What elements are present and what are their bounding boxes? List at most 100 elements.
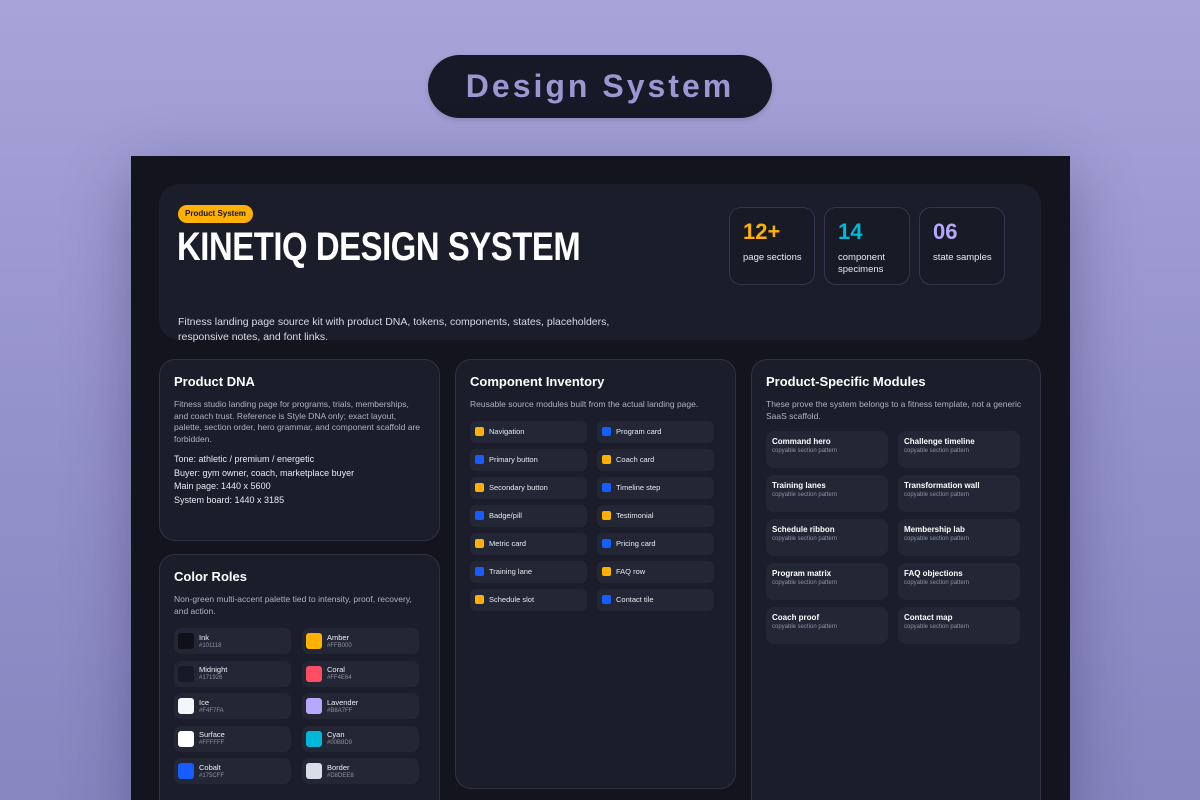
hero-description: Fitness landing page source kit with pro… [178, 316, 610, 343]
component-dot [475, 427, 484, 436]
stat-value: 06 [933, 219, 958, 244]
color-chip [178, 665, 194, 682]
swatch-name: Lavender [327, 697, 359, 707]
component-label: Training lane [489, 567, 533, 576]
color-chip [178, 698, 194, 714]
module-card: Coach proof copyable section pattern [766, 607, 888, 644]
component-label: Contact tile [616, 595, 654, 604]
swatch-cyan: Cyan #00B8D9 [302, 725, 419, 752]
component-label: Badge/pill [489, 511, 522, 520]
product-dna-facts: Tone: athletic / premium / energetic Buy… [174, 453, 425, 507]
component-label: Coach card [616, 455, 655, 464]
component-item: Navigation [470, 420, 587, 443]
module-title: Schedule ribbon [772, 525, 835, 534]
swatch-text: Surface #FFFFFF [199, 730, 225, 747]
module-subtitle: copyable section pattern [904, 492, 970, 498]
color-chip [306, 633, 322, 649]
swatch-name: Ice [199, 697, 210, 707]
component-dot [602, 567, 611, 576]
module-title: Command hero [772, 437, 831, 446]
module-title: FAQ objections [904, 569, 963, 578]
component-dot [602, 455, 611, 464]
module-card: Contact map copyable section pattern [898, 607, 1020, 644]
swatch-text: Cobalt #175CFF [199, 763, 224, 780]
swatch-ice: Ice #F4F7FA [174, 693, 291, 719]
product-modules-panel: Product-Specific Modules These prove the… [751, 359, 1041, 800]
product-dna-description: Fitness studio landing page for programs… [174, 399, 421, 444]
component-item: Schedule slot [470, 588, 587, 611]
swatch-surface: Surface #FFFFFF [174, 725, 291, 752]
component-label: Program card [616, 427, 662, 436]
module-card: Program matrix copyable section pattern [766, 563, 888, 600]
component-dot [602, 539, 611, 548]
module-subtitle: copyable section pattern [904, 448, 970, 454]
swatch-hex: #FFFFFF [199, 740, 225, 746]
swatch-grid: Ink #101118 Amber #FFB000 Midnight #171926 Cor… [174, 628, 425, 784]
module-card: Command hero copyable section pattern [766, 431, 888, 468]
stat-label: state samples [933, 252, 992, 263]
product-modules-heading: Product-Specific Modules [766, 374, 926, 389]
page-title: Design System [465, 68, 735, 104]
swatch-name: Ink [199, 632, 210, 642]
color-roles-heading: Color Roles [174, 569, 247, 584]
component-dot [602, 511, 611, 520]
swatch-name: Coral [327, 665, 345, 674]
component-dot [475, 539, 484, 548]
page-title-pill: Design System [428, 55, 772, 118]
design-board: Product System KINETIQ DESIGN SYSTEM Fit… [131, 156, 1070, 800]
module-subtitle: copyable section pattern [772, 448, 838, 454]
swatch-name: Cyan [327, 730, 345, 739]
product-system-badge: Product System [178, 205, 253, 223]
component-item: Training lane [470, 560, 587, 583]
stat-label: component specimens [838, 252, 886, 275]
fact-system-board: System board: 1440 x 3185 [174, 494, 285, 505]
component-label: Primary button [489, 455, 538, 464]
component-inventory-panel: Component Inventory Reusable source modu… [455, 359, 736, 789]
swatch-midnight: Midnight #171926 [174, 660, 291, 687]
product-dna-heading: Product DNA [174, 374, 255, 389]
component-label: Secondary button [489, 483, 548, 492]
swatch-hex: #FF4E64 [327, 675, 352, 681]
component-label: Testimonial [616, 511, 654, 520]
component-item: Primary button [470, 448, 587, 471]
swatch-text: Midnight #171926 [199, 665, 227, 682]
module-subtitle: copyable section pattern [772, 624, 838, 630]
swatch-text: Cyan #00B8D9 [327, 730, 352, 747]
product-dna-panel: Product DNA Fitness studio landing page … [159, 359, 440, 541]
stat-value: 12+ [743, 219, 781, 244]
component-item: Badge/pill [470, 504, 587, 527]
swatch-name: Amber [327, 632, 350, 642]
module-card: Schedule ribbon copyable section pattern [766, 519, 888, 556]
swatch-name: Cobalt [199, 762, 221, 772]
component-item: Contact tile [597, 588, 714, 611]
hero-card: Product System KINETIQ DESIGN SYSTEM Fit… [159, 184, 1041, 343]
swatch-hex: #00B8D9 [327, 740, 353, 746]
component-item: Program card [597, 420, 714, 443]
module-subtitle: copyable section pattern [904, 624, 970, 630]
swatch-hex: #D8DEE8 [327, 772, 354, 779]
component-item: Metric card [470, 532, 587, 555]
fact-main-page: Main page: 1440 x 5600 [174, 481, 271, 492]
swatch-hex: #171926 [199, 675, 223, 681]
component-dot [475, 567, 484, 576]
swatch-text: Coral #FF4E64 [327, 665, 352, 682]
stat-label: page sections [743, 252, 802, 263]
component-dot [475, 455, 484, 464]
swatch-text: Lavender #B8A7FF [327, 698, 358, 715]
module-card: Membership lab copyable section pattern [898, 519, 1020, 556]
component-item: Pricing card [597, 532, 714, 555]
color-chip [306, 730, 322, 747]
swatch-name: Border [327, 762, 350, 772]
swatch-text: Border #D8DEE8 [327, 763, 354, 780]
component-item: FAQ row [597, 560, 714, 583]
product-modules-description: These prove the system belongs to a fitn… [766, 399, 1022, 421]
component-label: Metric card [489, 539, 527, 548]
stat-card-component-specimens: 14 component specimens [824, 207, 910, 285]
module-grid: Command hero copyable section pattern Chal… [766, 431, 1026, 644]
color-chip [306, 698, 322, 714]
color-roles-panel: Color Roles Non-green multi-accent palet… [159, 554, 440, 800]
component-label: Navigation [489, 427, 525, 436]
component-dot [475, 511, 484, 520]
swatch-lavender: Lavender #B8A7FF [302, 693, 419, 719]
module-title: Program matrix [772, 569, 832, 578]
